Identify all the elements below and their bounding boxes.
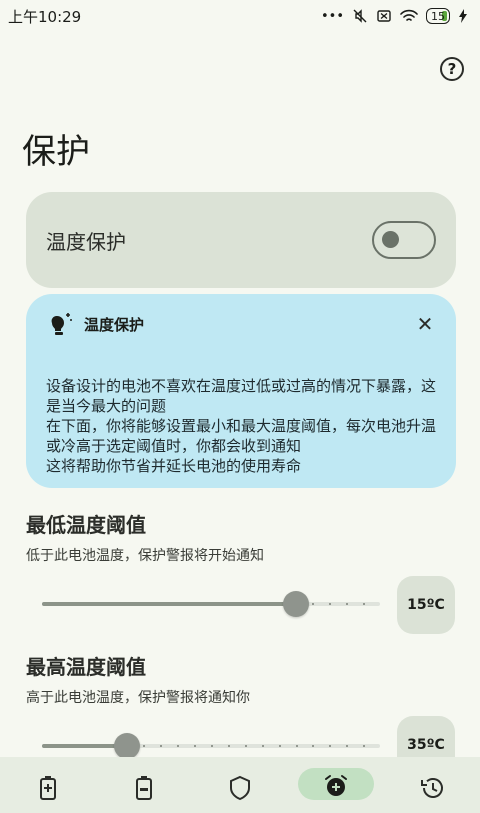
nav-battery[interactable] (114, 775, 174, 813)
mute-icon (353, 9, 367, 23)
lightbulb-icon (51, 313, 72, 335)
battery-charging-icon (40, 776, 56, 800)
min-threshold-subtitle: 低于此电池温度，保护警报将开始通知 (26, 548, 264, 564)
more-icon: ••• (320, 8, 344, 24)
info-body: 设备设计的电池不喜欢在温度过低或过高的情况下暴露，这是当今最大的问题 在下面，你… (46, 377, 437, 475)
alarm-add-icon (325, 775, 347, 796)
info-title: 温度保护 (84, 315, 145, 334)
temperature-protection-switch[interactable] (372, 221, 436, 259)
sim-off-icon (377, 10, 391, 22)
slider-tick (227, 745, 230, 747)
bottom-navigation (0, 757, 480, 813)
charging-bolt-icon (459, 9, 467, 23)
min-temperature-slider[interactable] (42, 591, 380, 617)
temperature-protection-toggle-card[interactable]: 温度保护 (26, 192, 456, 288)
battery-level: 15 (431, 9, 445, 23)
history-icon (421, 778, 443, 798)
slider-thumb[interactable] (282, 591, 309, 617)
min-temperature-value: 15ºC (397, 576, 455, 634)
slider-fill (42, 602, 296, 606)
battery-indicator: 15 (426, 8, 450, 24)
max-threshold-heading: 最高温度阈值 (26, 655, 146, 679)
slider-tick (211, 745, 213, 747)
close-icon[interactable]: ✕ (414, 312, 436, 336)
max-temperature-slider[interactable] (42, 733, 380, 759)
max-threshold-subtitle: 高于此电池温度，保护警报将通知你 (26, 690, 250, 706)
status-time: 上午10:29 (8, 7, 82, 26)
slider-tick (278, 745, 281, 747)
slider-tick (261, 745, 264, 747)
slider-tick (295, 745, 298, 747)
wifi-icon (400, 9, 418, 21)
status-bar: 上午10:29 ••• 15 (0, 0, 480, 32)
help-icon[interactable]: ? (440, 57, 464, 81)
shield-icon (230, 775, 250, 801)
battery-icon (136, 776, 152, 800)
nav-battery-charging[interactable] (18, 775, 78, 813)
switch-knob (382, 231, 399, 248)
status-icons: ••• 15 (321, 8, 468, 24)
slider-thumb[interactable] (113, 733, 140, 759)
nav-history[interactable] (402, 775, 462, 813)
toggle-label: 温度保护 (46, 229, 126, 254)
slider-tick (244, 745, 247, 747)
info-header: 温度保护 ✕ (46, 310, 436, 338)
min-threshold-heading: 最低温度阈值 (26, 513, 146, 537)
nav-alarm[interactable] (298, 768, 374, 813)
info-card: 温度保护 ✕ 设备设计的电池不喜欢在温度过低或过高的情况下暴露，这是当今最大的问… (26, 294, 456, 488)
page-title: 保护 (22, 132, 90, 172)
nav-protection[interactable] (210, 775, 270, 813)
